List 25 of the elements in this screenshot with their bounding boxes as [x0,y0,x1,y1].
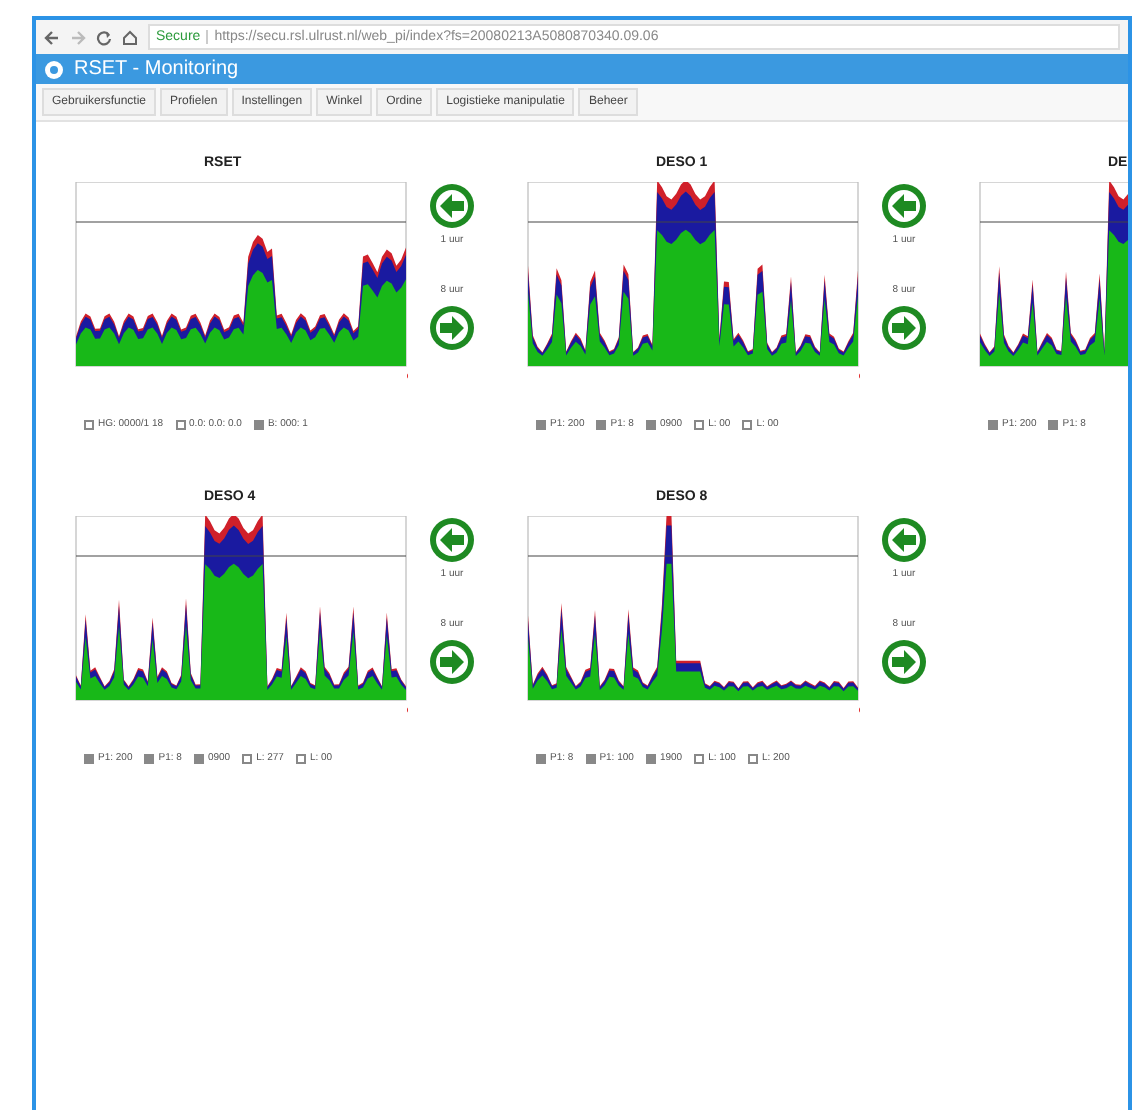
legend-checkbox[interactable] [747,753,758,764]
legend-checkbox[interactable] [1048,419,1059,430]
back-icon[interactable] [44,29,60,45]
legend-checkbox[interactable] [84,419,94,430]
legend-checkbox[interactable] [694,419,705,430]
legend-checkbox[interactable] [193,753,204,764]
app-logo-icon [44,59,64,79]
legend-checkbox[interactable] [645,419,656,430]
legend-checkbox[interactable] [536,419,546,430]
legend-checkbox[interactable] [144,753,155,764]
legend-checkbox[interactable] [645,753,656,764]
reload-icon[interactable] [96,29,112,45]
legend-checkbox[interactable] [84,753,94,764]
home-icon[interactable] [122,29,138,45]
legend-checkbox[interactable] [175,419,186,430]
legend-checkbox[interactable] [585,753,596,764]
legend-checkbox[interactable] [253,419,264,430]
legend-checkbox[interactable] [596,419,607,430]
legend-checkbox[interactable] [742,419,753,430]
legend-checkbox[interactable] [536,753,546,764]
legend-checkbox[interactable] [988,419,998,430]
legend-checkbox[interactable] [242,753,253,764]
app-title: RSET - Monitoring [74,56,239,84]
legend-checkbox[interactable] [295,753,306,764]
legend-checkbox[interactable] [694,753,705,764]
